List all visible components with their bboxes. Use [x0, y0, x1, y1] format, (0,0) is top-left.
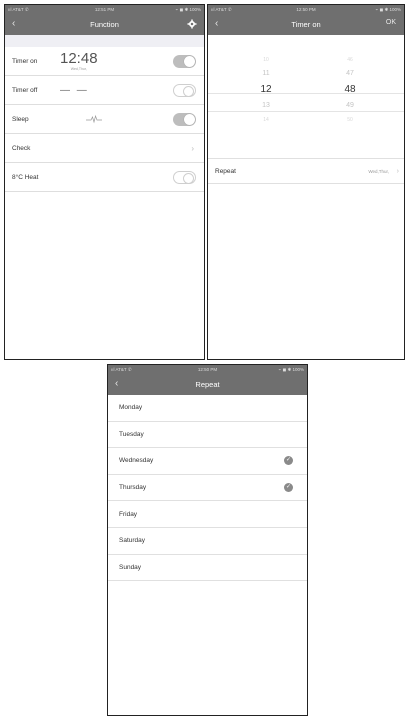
minute-option[interactable]: 46 — [330, 53, 370, 67]
day-tuesday[interactable]: Tuesday — [108, 422, 307, 449]
hour-option[interactable]: 11 — [246, 67, 286, 81]
heat-8c-toggle[interactable] — [173, 170, 196, 184]
timer-on-days: Wed,Thur, — [70, 66, 87, 71]
repeat-screen: ııl AT&T ✆ 12:50 PM ⌁ ◼ ✱ 100% ‹ Repeat … — [107, 364, 308, 716]
minute-option[interactable]: 49 — [330, 99, 370, 113]
row-label: 8°C Heat — [12, 173, 39, 181]
chevron-right-icon: › — [396, 167, 399, 175]
status-bar: ııl AT&T ✆ 12:50 PM ⌁ ◼ ✱ 100% — [108, 365, 307, 374]
picker-divider — [208, 111, 404, 112]
battery-label: ⌁ ◼ ✱ 100% — [375, 6, 402, 12]
minute-wheel[interactable]: 46 47 48 49 50 — [330, 53, 370, 127]
chevron-left-icon[interactable]: ‹ — [215, 18, 218, 29]
day-label: Monday — [119, 404, 143, 412]
row-label: Sleep — [12, 115, 29, 123]
hour-option[interactable]: 10 — [246, 53, 286, 67]
timer-on-value: 12:48 Wed,Thur, — [60, 49, 98, 71]
page: ııl AT&T ✆ 12:51 PM ⌁ ◼ ✱ 100% ‹ Functio… — [0, 0, 406, 718]
nav-bar: ‹ Repeat — [108, 374, 307, 395]
hour-option[interactable]: 13 — [246, 99, 286, 113]
status-time: 12:51 PM — [94, 7, 115, 12]
day-wednesday[interactable]: Wednesday ✓ — [108, 448, 307, 475]
sleep-curve-icon — [86, 114, 102, 124]
day-label: Tuesday — [119, 430, 144, 438]
check-row[interactable]: Check › — [5, 134, 204, 163]
chevron-left-icon[interactable]: ‹ — [12, 18, 15, 29]
repeat-value: Wed,Thur, — [368, 168, 389, 174]
page-title: Repeat — [195, 380, 220, 389]
status-bar: ııl AT&T ✆ 12:50 PM ⌁ ◼ ✱ 100% — [208, 5, 404, 14]
day-saturday[interactable]: Saturday — [108, 528, 307, 555]
battery-label: ⌁ ◼ ✱ 100% — [175, 6, 202, 12]
carrier-label: ııl AT&T ✆ — [111, 366, 132, 372]
page-title: Timer on — [291, 20, 321, 29]
heat-8c-row[interactable]: 8°C Heat — [5, 163, 204, 192]
time-picker[interactable]: 10 11 12 13 14 46 47 48 49 50 — [208, 53, 404, 158]
timer-off-row[interactable]: Timer off — — — [5, 76, 204, 105]
sleep-row[interactable]: Sleep — [5, 105, 204, 134]
function-screen: ııl AT&T ✆ 12:51 PM ⌁ ◼ ✱ 100% ‹ Functio… — [4, 4, 205, 360]
gear-icon[interactable] — [187, 19, 197, 29]
day-sunday[interactable]: Sunday — [108, 555, 307, 582]
checkmark-icon: ✓ — [284, 456, 293, 466]
repeat-row[interactable]: Repeat Wed,Thur, › — [208, 158, 404, 184]
hour-wheel[interactable]: 10 11 12 13 14 — [246, 53, 286, 127]
hour-option[interactable]: 14 — [246, 113, 286, 127]
row-label: Check — [12, 144, 31, 152]
sleep-toggle[interactable] — [173, 112, 196, 126]
timer-on-toggle[interactable] — [173, 54, 196, 68]
picker-divider — [208, 93, 404, 94]
minute-option[interactable]: 50 — [330, 113, 370, 127]
status-time: 12:50 PM — [296, 7, 316, 12]
day-label: Saturday — [119, 537, 146, 545]
day-label: Sunday — [119, 563, 142, 571]
chevron-right-icon: › — [191, 143, 194, 153]
timer-on-time: 12:48 — [60, 49, 98, 67]
day-label: Friday — [119, 510, 138, 518]
timer-off-placeholder: — — — [60, 84, 89, 96]
nav-bar: ‹ Timer on OK — [208, 14, 404, 35]
chevron-left-icon[interactable]: ‹ — [115, 378, 118, 389]
timer-on-row[interactable]: Timer on 12:48 Wed,Thur, — [5, 47, 204, 76]
day-label: Thursday — [119, 484, 147, 492]
nav-bar: ‹ Function — [5, 14, 204, 35]
battery-label: ⌁ ◼ ✱ 100% — [278, 366, 305, 372]
minute-option[interactable]: 47 — [330, 67, 370, 81]
day-friday[interactable]: Friday — [108, 501, 307, 528]
day-label: Wednesday — [119, 457, 154, 465]
minute-selected[interactable]: 48 — [330, 81, 370, 99]
carrier-label: ııl AT&T ✆ — [211, 6, 232, 12]
page-title: Function — [90, 20, 119, 29]
status-bar: ııl AT&T ✆ 12:51 PM ⌁ ◼ ✱ 100% — [5, 5, 204, 14]
day-monday[interactable]: Monday — [108, 395, 307, 422]
timer-on-screen: ııl AT&T ✆ 12:50 PM ⌁ ◼ ✱ 100% ‹ Timer o… — [207, 4, 405, 360]
repeat-label: Repeat — [215, 167, 236, 175]
timer-off-toggle[interactable] — [173, 83, 196, 97]
carrier-label: ııl AT&T ✆ — [8, 6, 29, 12]
hour-selected[interactable]: 12 — [246, 81, 286, 99]
checkmark-icon: ✓ — [284, 483, 293, 493]
day-thursday[interactable]: Thursday ✓ — [108, 475, 307, 502]
status-time: 12:50 PM — [197, 367, 218, 372]
section-spacer — [5, 35, 204, 47]
ok-button[interactable]: OK — [386, 19, 396, 26]
